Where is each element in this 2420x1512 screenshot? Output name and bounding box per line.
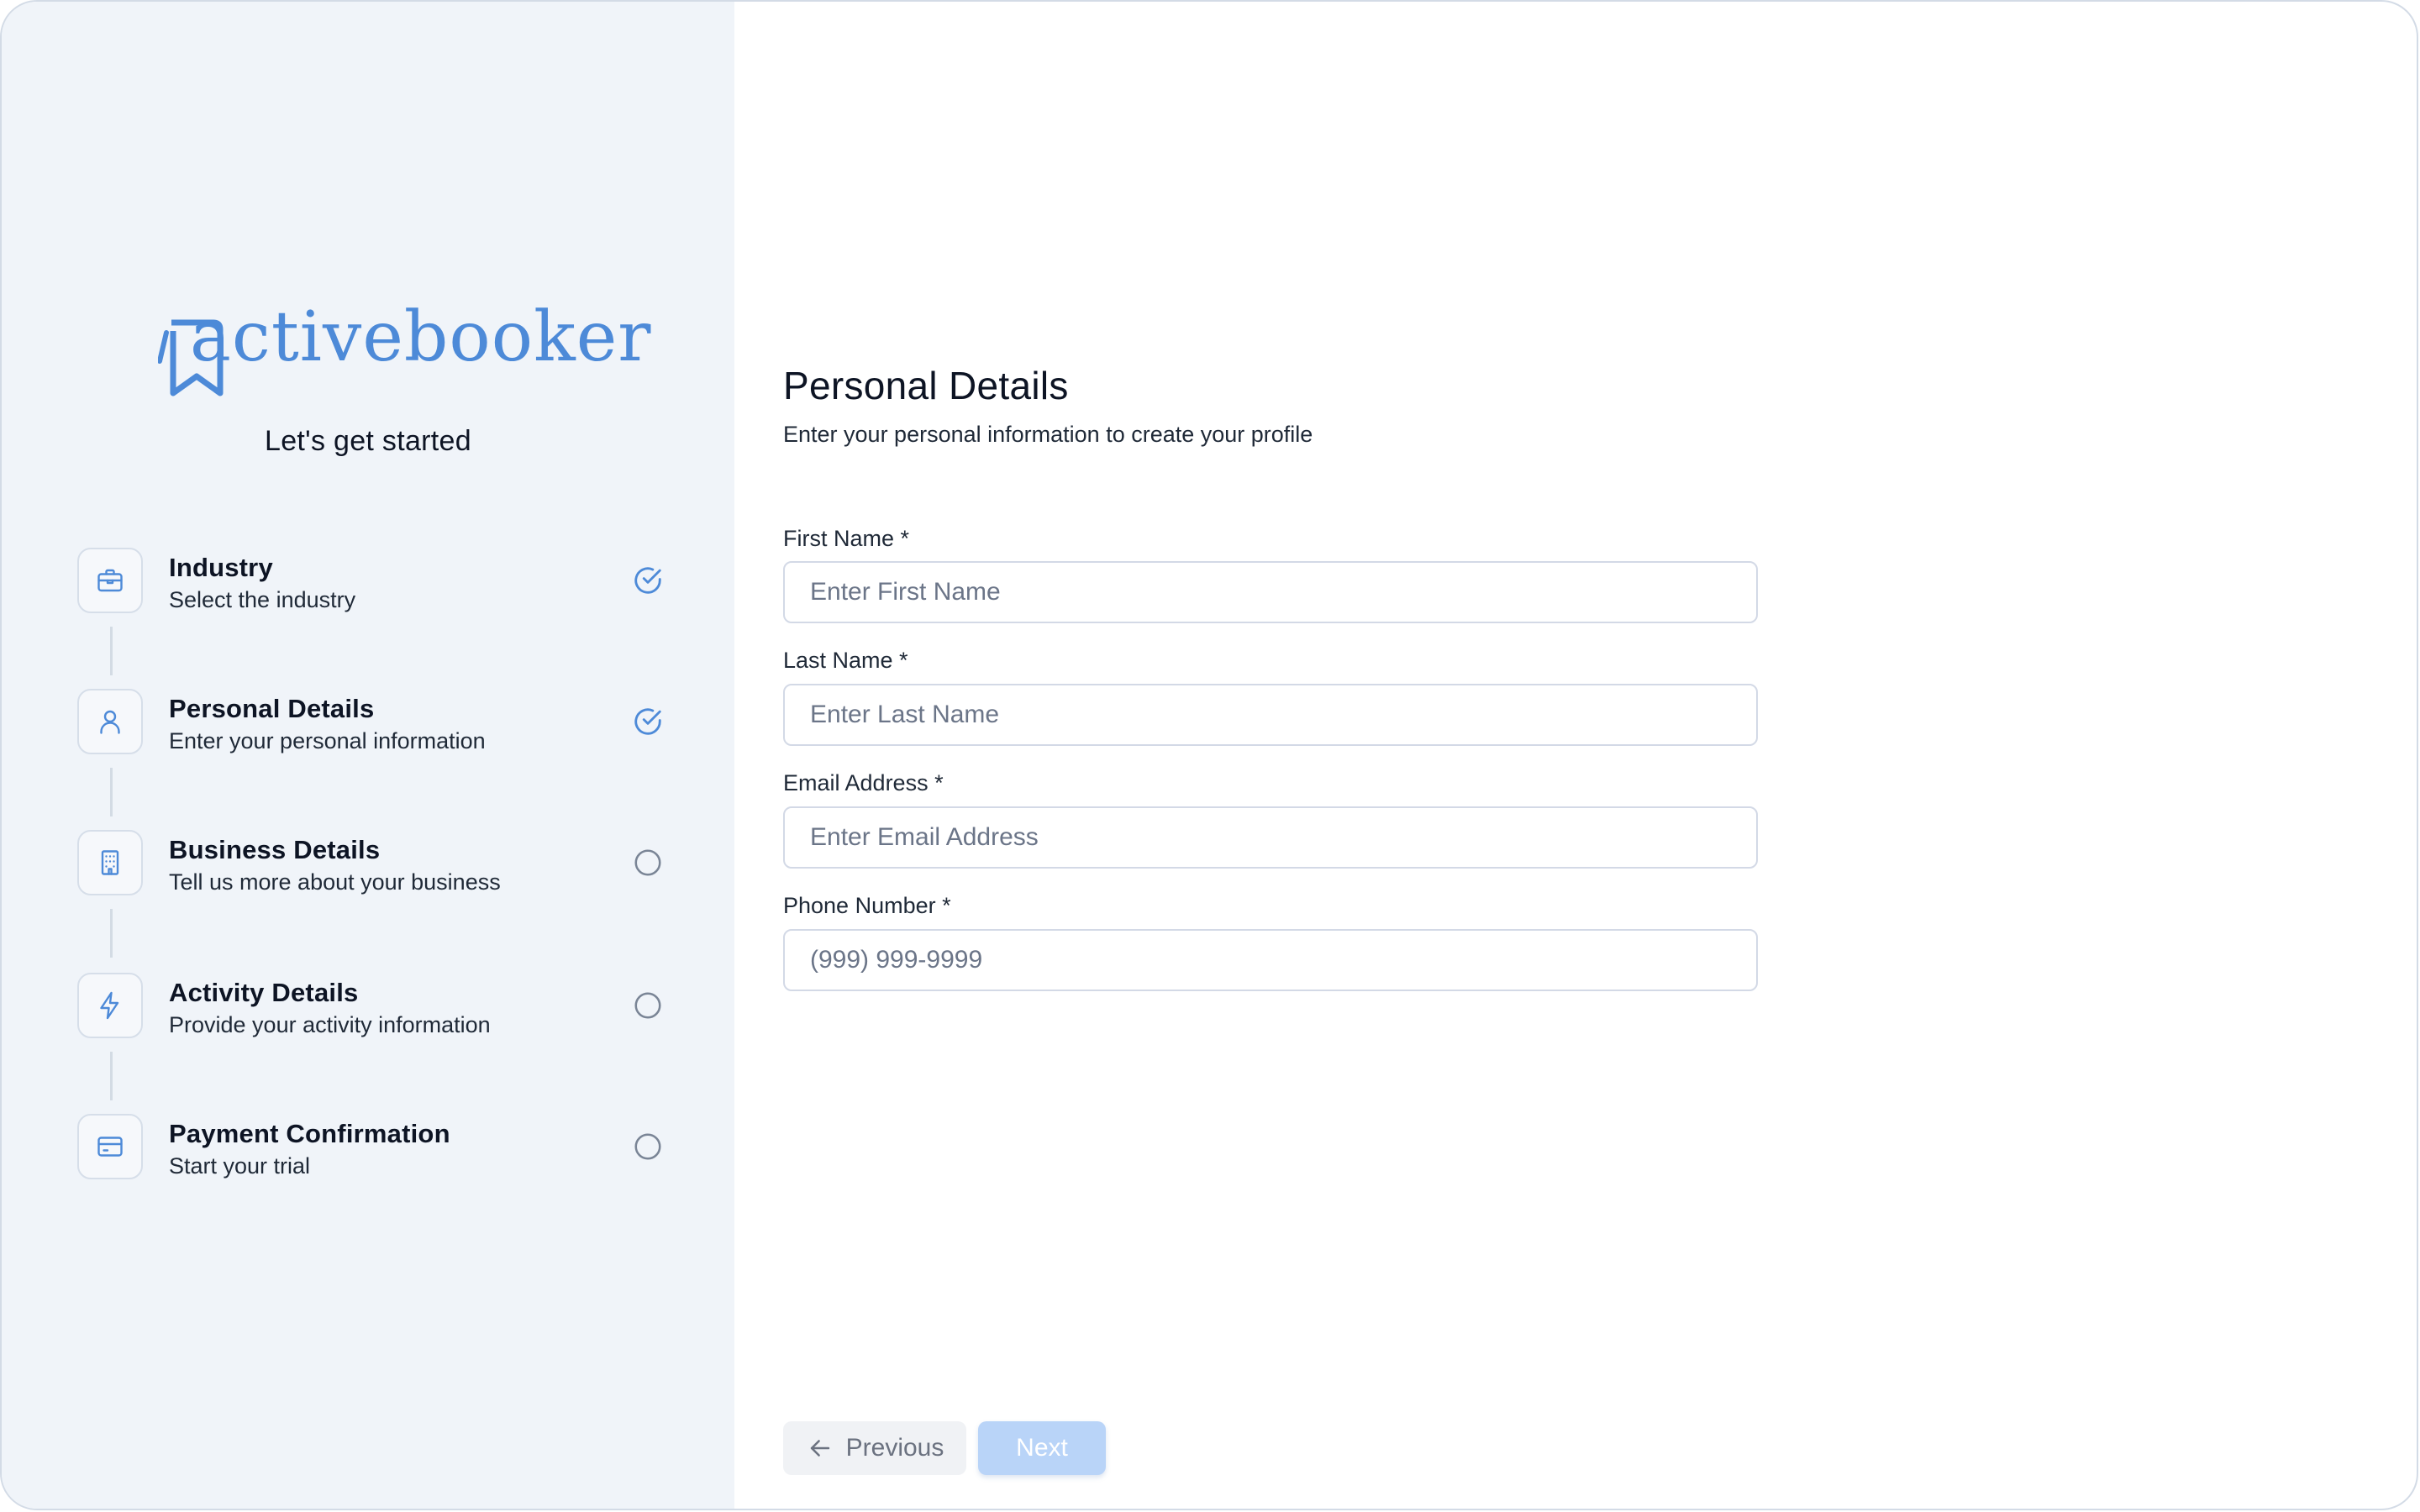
step-connector xyxy=(110,909,113,958)
user-icon xyxy=(77,689,143,754)
last-name-label: Last Name * xyxy=(783,648,908,673)
step-title: Business Details xyxy=(169,835,381,864)
step-subtitle: Select the industry xyxy=(169,587,356,612)
step-title: Payment Confirmation xyxy=(169,1119,450,1148)
phone-label: Phone Number * xyxy=(783,893,951,918)
email-input[interactable] xyxy=(783,806,1758,869)
arrow-left-icon xyxy=(810,1440,829,1457)
first-name-input[interactable] xyxy=(783,561,1758,623)
empty-circle-icon xyxy=(634,1133,661,1160)
email-label: Email Address * xyxy=(783,770,944,795)
step-connector xyxy=(110,1052,113,1100)
first-name-label: First Name * xyxy=(783,526,910,551)
sidebar: activebooker Let's get started Industry … xyxy=(2,2,734,1509)
step-subtitle: Enter your personal information xyxy=(169,728,486,753)
brand-name: activebooker xyxy=(190,297,652,377)
step-business-details[interactable]: Business Details Tell us more about your… xyxy=(77,830,682,899)
previous-label: Previous xyxy=(845,1434,944,1462)
step-title: Industry xyxy=(169,553,273,582)
step-title: Activity Details xyxy=(169,978,359,1007)
empty-circle-icon xyxy=(634,992,661,1019)
last-name-input[interactable] xyxy=(783,684,1758,746)
credit-card-icon xyxy=(77,1114,143,1179)
step-title: Personal Details xyxy=(169,694,375,723)
step-payment-confirmation[interactable]: Payment Confirmation Start your trial xyxy=(77,1114,682,1183)
step-subtitle: Tell us more about your business xyxy=(169,869,501,895)
briefcase-icon xyxy=(77,548,143,613)
page-subtitle: Enter your personal information to creat… xyxy=(783,422,1313,447)
step-connector xyxy=(110,768,113,816)
check-circle-icon xyxy=(634,708,661,735)
page-title: Personal Details xyxy=(783,364,1069,407)
step-connector xyxy=(110,627,113,675)
building-icon xyxy=(77,830,143,895)
step-activity-details[interactable]: Activity Details Provide your activity i… xyxy=(77,973,682,1042)
app-window: activebooker Let's get started Industry … xyxy=(0,0,2418,1510)
step-subtitle: Provide your activity information xyxy=(169,1012,491,1037)
previous-button[interactable]: Previous xyxy=(783,1421,966,1475)
step-subtitle: Start your trial xyxy=(169,1153,311,1179)
brand-logo: activebooker xyxy=(158,297,650,405)
step-industry[interactable]: Industry Select the industry xyxy=(77,548,682,617)
lightning-icon xyxy=(77,973,143,1038)
phone-input[interactable] xyxy=(783,929,1758,991)
step-personal-details[interactable]: Personal Details Enter your personal inf… xyxy=(77,689,682,758)
check-circle-icon xyxy=(634,567,661,594)
next-button[interactable]: Next xyxy=(978,1421,1106,1475)
tagline: Let's get started xyxy=(265,425,471,457)
empty-circle-icon xyxy=(634,849,661,876)
